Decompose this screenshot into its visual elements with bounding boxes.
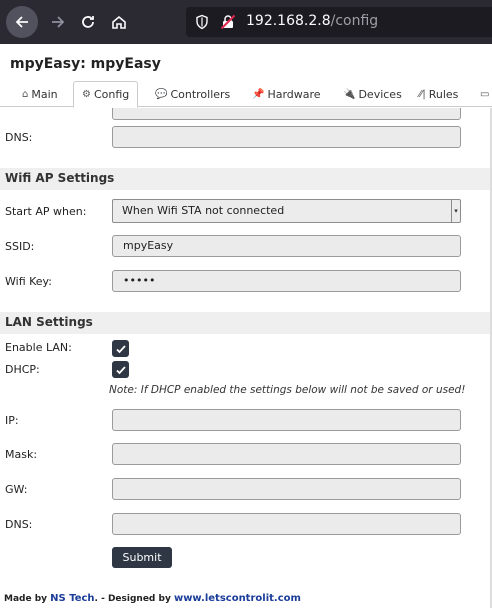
dhcp-note: Note: If DHCP enabled the settings below… — [109, 384, 466, 396]
footer: Made by NS Tech. - Designed by www.letsc… — [4, 593, 301, 604]
enable-lan-checkbox[interactable] — [112, 340, 129, 357]
tab-rules[interactable]: ⁄⁄| Rules — [411, 81, 466, 107]
page-content: mpyEasy: mpyEasy ⌂ Main ⚙ Config 💬 Contr… — [0, 44, 492, 608]
checkmark-icon — [115, 365, 126, 374]
back-button[interactable] — [6, 6, 38, 38]
dhcp-label: DHCP: — [5, 363, 40, 376]
dhcp-checkbox[interactable] — [112, 361, 129, 378]
start-ap-value: When Wifi STA not connected — [122, 204, 285, 217]
tab-bar: ⌂ Main ⚙ Config 💬 Controllers 📌 Hardware… — [0, 81, 492, 108]
forward-arrow-icon — [52, 16, 65, 28]
footer-designed-by: . - Designed by — [94, 594, 174, 604]
tab-main[interactable]: ⌂ Main — [14, 81, 66, 107]
url-host: 192.168.2.8 — [246, 13, 331, 29]
enable-lan-label: Enable LAN: — [5, 341, 72, 354]
page-title: mpyEasy: mpyEasy — [10, 56, 161, 72]
url-text[interactable]: 192.168.2.8/config — [246, 13, 378, 29]
plug-icon: 🔌 — [343, 88, 356, 100]
checkmark-icon — [115, 344, 126, 353]
start-ap-select[interactable]: When Wifi STA not connected ▾ — [112, 199, 461, 223]
ssid-label: SSID: — [5, 240, 35, 253]
section-title: LAN Settings — [5, 315, 93, 329]
footer-site-link[interactable]: www.letscontrolit.com — [174, 593, 301, 604]
tab-config[interactable]: ⚙ Config — [73, 81, 139, 108]
lan-dns-label: DNS: — [5, 518, 33, 531]
gw-field-top[interactable] — [112, 108, 461, 120]
config-form: DNS: Wifi AP Settings Start AP when: Whe… — [0, 108, 492, 608]
lan-dns-field[interactable] — [112, 513, 461, 535]
pushpin-icon: 📌 — [252, 88, 265, 100]
tab-label: Rules — [428, 87, 459, 101]
lan-section-header: LAN Settings — [0, 312, 492, 334]
tab-devices[interactable]: 🔌 Devices — [335, 81, 410, 107]
url-path: /config — [330, 13, 379, 29]
dns-label: DNS: — [5, 131, 33, 144]
home-icon: ⌂ — [22, 88, 29, 100]
overflow-icon: ▭ — [480, 88, 490, 100]
dns-field[interactable] — [112, 126, 461, 148]
rules-icon: ⁄⁄| — [419, 88, 426, 100]
home-icon — [112, 15, 126, 29]
tab-label: Controllers — [170, 87, 231, 101]
browser-toolbar: 192.168.2.8/config — [0, 0, 492, 44]
tab-hardware[interactable]: 📌 Hardware — [244, 81, 329, 107]
wifi-ap-section-header: Wifi AP Settings — [0, 168, 492, 190]
mask-field[interactable] — [112, 443, 461, 465]
gw-label: GW: — [5, 483, 28, 496]
address-bar[interactable]: 192.168.2.8/config — [186, 7, 492, 37]
ssid-field[interactable]: mpyEasy — [112, 235, 461, 257]
mask-label: Mask: — [5, 448, 38, 461]
tab-label: Config — [93, 88, 130, 101]
home-button[interactable] — [103, 6, 135, 38]
tab-label: Devices — [358, 87, 402, 101]
footer-made-by: Made by — [4, 594, 51, 604]
reload-button[interactable] — [72, 6, 104, 38]
dropdown-caret-icon: ▾ — [451, 200, 460, 222]
start-ap-label: Start AP when: — [5, 205, 87, 218]
forward-button[interactable] — [42, 6, 74, 38]
section-title: Wifi AP Settings — [5, 171, 115, 185]
tab-controllers[interactable]: 💬 Controllers — [147, 81, 238, 107]
tab-label: Main — [31, 87, 58, 101]
footer-author-link[interactable]: NS Tech — [50, 593, 94, 604]
back-arrow-icon — [15, 16, 28, 28]
gw-field[interactable] — [112, 478, 461, 500]
speech-bubble-icon: 💬 — [155, 88, 168, 100]
wifi-key-field[interactable]: ••••• — [112, 270, 461, 292]
insecure-lock-icon[interactable] — [220, 14, 236, 30]
ip-field[interactable] — [112, 409, 461, 431]
shield-icon[interactable] — [194, 14, 210, 30]
ip-label: IP: — [5, 414, 19, 427]
tab-label: Hardware — [267, 87, 321, 101]
tab-overflow[interactable]: ▭ — [478, 81, 491, 107]
submit-button[interactable]: Submit — [112, 547, 172, 568]
wifi-key-label: Wifi Key: — [5, 275, 52, 288]
gear-icon: ⚙ — [82, 89, 91, 100]
reload-icon — [82, 16, 94, 28]
